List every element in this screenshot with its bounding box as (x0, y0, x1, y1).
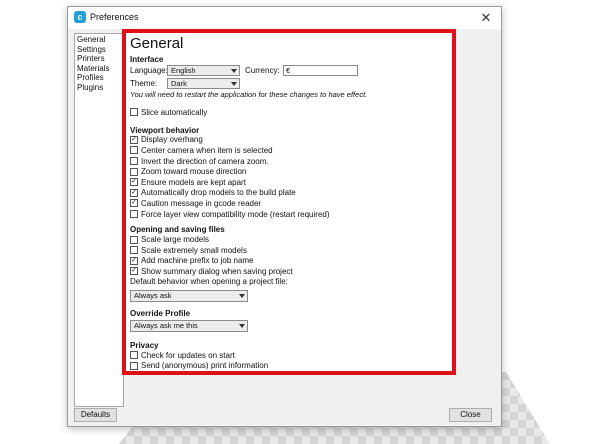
section-privacy: Privacy (130, 340, 159, 350)
checkbox[interactable] (130, 351, 138, 360)
currency-label: Currency: (245, 66, 280, 75)
checkbox-checked[interactable]: ✓ (130, 178, 138, 187)
option-row[interactable]: ✓ Show summary dialog when saving project (130, 266, 450, 277)
option-label: Automatically drop models to the build p… (141, 188, 296, 198)
theme-select[interactable]: Dark (167, 78, 240, 89)
slice-automatically-row[interactable]: Slice automatically (130, 107, 450, 118)
override-profile-select[interactable]: Always ask me this (130, 319, 248, 332)
section-override: Override Profile (130, 308, 191, 318)
option-label: Ensure models are kept apart (141, 177, 246, 187)
general-content: General Interface Language: English Curr… (130, 35, 450, 371)
option-row[interactable]: ✓ Ensure models are kept apart (130, 177, 450, 188)
preferences-dialog: c Preferences ✕ General Settings Printer… (67, 6, 502, 427)
default-behavior-select[interactable]: Always ask (130, 289, 248, 302)
cura-icon: c (74, 11, 86, 23)
checkbox-checked[interactable]: ✓ (130, 256, 138, 265)
restart-note: You will need to restart the application… (130, 90, 368, 99)
option-row[interactable]: Center camera when item is selected (130, 145, 450, 156)
nav-item-printers[interactable]: Printers (77, 54, 121, 64)
option-label: Display overhang (141, 135, 203, 145)
option-row[interactable]: ✓ Caution message in gcode reader (130, 198, 450, 209)
close-icon[interactable]: ✕ (477, 9, 495, 27)
option-row[interactable]: Force layer view compatibility mode (res… (130, 209, 450, 220)
checkbox[interactable] (130, 246, 138, 255)
privacy-options: Check for updates on start Send (anonymou… (130, 350, 450, 371)
option-label: Send (anonymous) print information (141, 361, 269, 371)
language-value: English (171, 66, 196, 75)
close-button[interactable]: Close (449, 408, 492, 422)
option-row[interactable]: ✓ Add machine prefix to job name (130, 256, 450, 267)
checkbox[interactable] (130, 108, 138, 117)
viewport-options: ✓ Display overhang Center camera when item… (130, 135, 450, 220)
option-label: Scale extremely small models (141, 245, 247, 255)
checkbox-checked[interactable]: ✓ (130, 199, 138, 208)
default-behavior-label: Default behavior when opening a project … (130, 276, 288, 286)
nav-item-plugins[interactable]: Plugins (77, 83, 121, 93)
language-row: Language: English Currency: € (130, 64, 450, 77)
section-files: Opening and saving files (130, 225, 225, 235)
checkbox[interactable] (130, 235, 138, 244)
nav-item-profiles[interactable]: Profiles (77, 73, 121, 83)
option-row[interactable]: Zoom toward mouse direction (130, 166, 450, 177)
section-interface: Interface (130, 55, 164, 64)
option-label: Show summary dialog when saving project (141, 266, 293, 276)
option-label: Zoom toward mouse direction (141, 167, 247, 177)
page-title: General (130, 35, 184, 52)
chevron-down-icon (239, 323, 245, 328)
chevron-down-icon (231, 69, 237, 73)
chevron-down-icon (231, 82, 237, 86)
nav-item-materials[interactable]: Materials (77, 64, 121, 74)
option-row[interactable]: Send (anonymous) print information (130, 360, 450, 371)
checkbox[interactable] (130, 157, 138, 166)
default-behavior-value: Always ask (134, 290, 172, 300)
option-row[interactable]: Scale large models (130, 234, 450, 245)
override-profile-value: Always ask me this (134, 320, 198, 330)
preferences-nav: General Settings Printers Materials Prof… (74, 33, 124, 407)
chevron-down-icon (239, 293, 245, 298)
nav-item-settings[interactable]: Settings (77, 45, 121, 55)
language-select[interactable]: English (167, 65, 240, 76)
file-options: Scale large models Scale extremely small … (130, 234, 450, 276)
option-label: Scale large models (141, 235, 210, 245)
option-row[interactable]: ✓ Display overhang (130, 135, 450, 146)
checkbox[interactable] (130, 146, 138, 155)
checkbox[interactable] (130, 167, 138, 176)
option-row[interactable]: Invert the direction of camera zoom. (130, 156, 450, 167)
option-label: Invert the direction of camera zoom. (141, 156, 269, 166)
theme-value: Dark (171, 79, 187, 88)
nav-item-general[interactable]: General (77, 35, 121, 45)
checkbox[interactable] (130, 210, 138, 219)
theme-row: Theme: Dark (130, 77, 450, 90)
theme-label: Theme: (130, 79, 158, 88)
checkbox-checked[interactable]: ✓ (130, 188, 138, 197)
checkbox[interactable] (130, 361, 138, 370)
currency-input[interactable]: € (283, 65, 358, 76)
language-label: Language: (130, 66, 168, 75)
option-label: Center camera when item is selected (141, 145, 273, 155)
checkbox-checked[interactable]: ✓ (130, 135, 138, 144)
option-row[interactable]: Check for updates on start (130, 350, 450, 361)
defaults-button[interactable]: Defaults (74, 408, 117, 422)
option-label: Check for updates on start (141, 350, 235, 360)
window-title: Preferences (90, 12, 139, 22)
option-label: Add machine prefix to job name (141, 256, 254, 266)
checkbox-checked[interactable]: ✓ (130, 267, 138, 276)
section-viewport: Viewport behavior (130, 125, 200, 135)
title-bar: c Preferences ✕ (68, 7, 501, 29)
option-label: Force layer view compatibility mode (res… (141, 209, 330, 219)
slice-automatically-label: Slice automatically (141, 107, 208, 117)
option-label: Caution message in gcode reader (141, 198, 262, 208)
option-row[interactable]: ✓ Automatically drop models to the build … (130, 188, 450, 199)
option-row[interactable]: Scale extremely small models (130, 245, 450, 256)
